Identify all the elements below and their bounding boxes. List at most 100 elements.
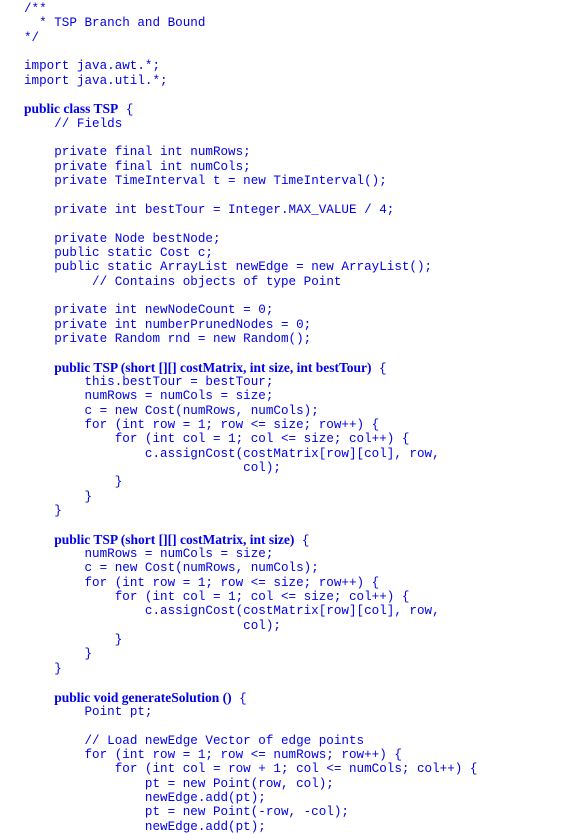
code-text: * TSP Branch and Bound — [24, 16, 206, 31]
code-line: import java.util.*; — [24, 74, 477, 88]
code-line: // Contains objects of type Point — [24, 275, 477, 289]
code-line: private final int numRows; — [24, 145, 477, 159]
code-line: for (int col = 1; col <= size; col++) { — [24, 590, 477, 604]
code-text: public static Cost c; — [54, 245, 213, 260]
code-text: Point pt; — [84, 704, 153, 719]
code-line: * TSP Branch and Bound — [24, 16, 477, 30]
code-line: private TimeInterval t = new TimeInterva… — [24, 174, 477, 188]
declaration-signature: public void generateSolution () — [54, 689, 232, 705]
code-line: this.bestTour = bestTour; — [24, 375, 477, 389]
code-text: { — [231, 691, 247, 706]
code-line: c = new Cost(numRows, numCols); — [24, 561, 477, 575]
code-text: for (int row = 1; row <= numRows; row++)… — [84, 747, 402, 762]
code-text: c.assignCost(costMatrix[row][col], row, — [144, 446, 440, 461]
code-text: private Node bestNode; — [54, 231, 221, 246]
code-line: numRows = numCols = size; — [24, 547, 477, 561]
code-line: private final int numCols; — [24, 160, 477, 174]
code-text: private final int numRows; — [54, 145, 251, 160]
code-text: { — [371, 361, 387, 376]
code-text: c.assignCost(costMatrix[row][col], row, — [144, 604, 440, 619]
code-line: for (int row = 1; row <= size; row++) { — [24, 576, 477, 590]
code-text: col); — [243, 618, 281, 633]
code-line: for (int row = 1; row <= numRows; row++)… — [24, 748, 477, 762]
code-text: } — [84, 489, 93, 504]
code-text: private TimeInterval t = new TimeInterva… — [54, 174, 387, 189]
code-line: } — [24, 647, 477, 661]
code-listing: /** * TSP Branch and Bound */ import java.… — [24, 2, 477, 834]
declaration-signature: public class TSP — [24, 101, 119, 117]
code-text: private Random rnd = new Random(); — [54, 331, 312, 346]
code-text: for (int col = 1; col <= size; col++) { — [114, 590, 410, 605]
code-text: numRows = numCols = size; — [84, 547, 274, 562]
code-text: // Contains objects of type Point — [92, 274, 342, 289]
code-text: private int newNodeCount = 0; — [54, 303, 274, 318]
code-line: public static ArrayList newEdge = new Ar… — [24, 260, 477, 274]
code-text: import java.util.*; — [24, 73, 168, 88]
code-line: public class TSP { — [24, 101, 477, 118]
code-line: public TSP (short [][] costMatrix, int s… — [24, 531, 477, 548]
code-line: numRows = numCols = size; — [24, 389, 477, 403]
code-line: for (int row = 1; row <= size; row++) { — [24, 418, 477, 432]
code-line: // Load newEdge Vector of edge points — [24, 734, 477, 748]
code-text: newEdge.add(pt); — [144, 819, 266, 834]
code-text: } — [114, 475, 123, 490]
code-text: import java.awt.*; — [24, 59, 161, 74]
code-line: public static Cost c; — [24, 246, 477, 260]
code-line: // Fields — [24, 117, 477, 131]
code-text: newEdge.add(pt); — [144, 790, 266, 805]
code-line: public TSP (short [][] costMatrix, int s… — [24, 360, 477, 376]
code-line: } — [24, 490, 477, 504]
code-text: numRows = numCols = size; — [84, 389, 274, 404]
code-line: } — [24, 475, 477, 489]
code-text: for (int col = 1; col <= size; col++) { — [114, 432, 410, 447]
code-text: { — [118, 103, 134, 118]
code-text: } — [54, 504, 62, 519]
code-text: c = new Cost(numRows, numCols); — [84, 403, 319, 418]
code-text: c = new Cost(numRows, numCols); — [84, 561, 319, 576]
code-text: col); — [243, 461, 281, 475]
declaration-signature: public TSP (short [][] costMatrix, int s… — [54, 531, 295, 547]
code-line: pt = new Point(row, col); — [24, 777, 477, 791]
code-line: */ — [24, 31, 477, 45]
code-text: // Fields — [54, 116, 123, 131]
code-line: newEdge.add(pt); — [24, 820, 477, 834]
code-line: private Random rnd = new Random(); — [24, 332, 477, 346]
code-line: private int newNodeCount = 0; — [24, 303, 477, 317]
code-text: } — [84, 647, 93, 662]
code-line: } — [24, 633, 477, 647]
code-line: } — [24, 504, 477, 518]
